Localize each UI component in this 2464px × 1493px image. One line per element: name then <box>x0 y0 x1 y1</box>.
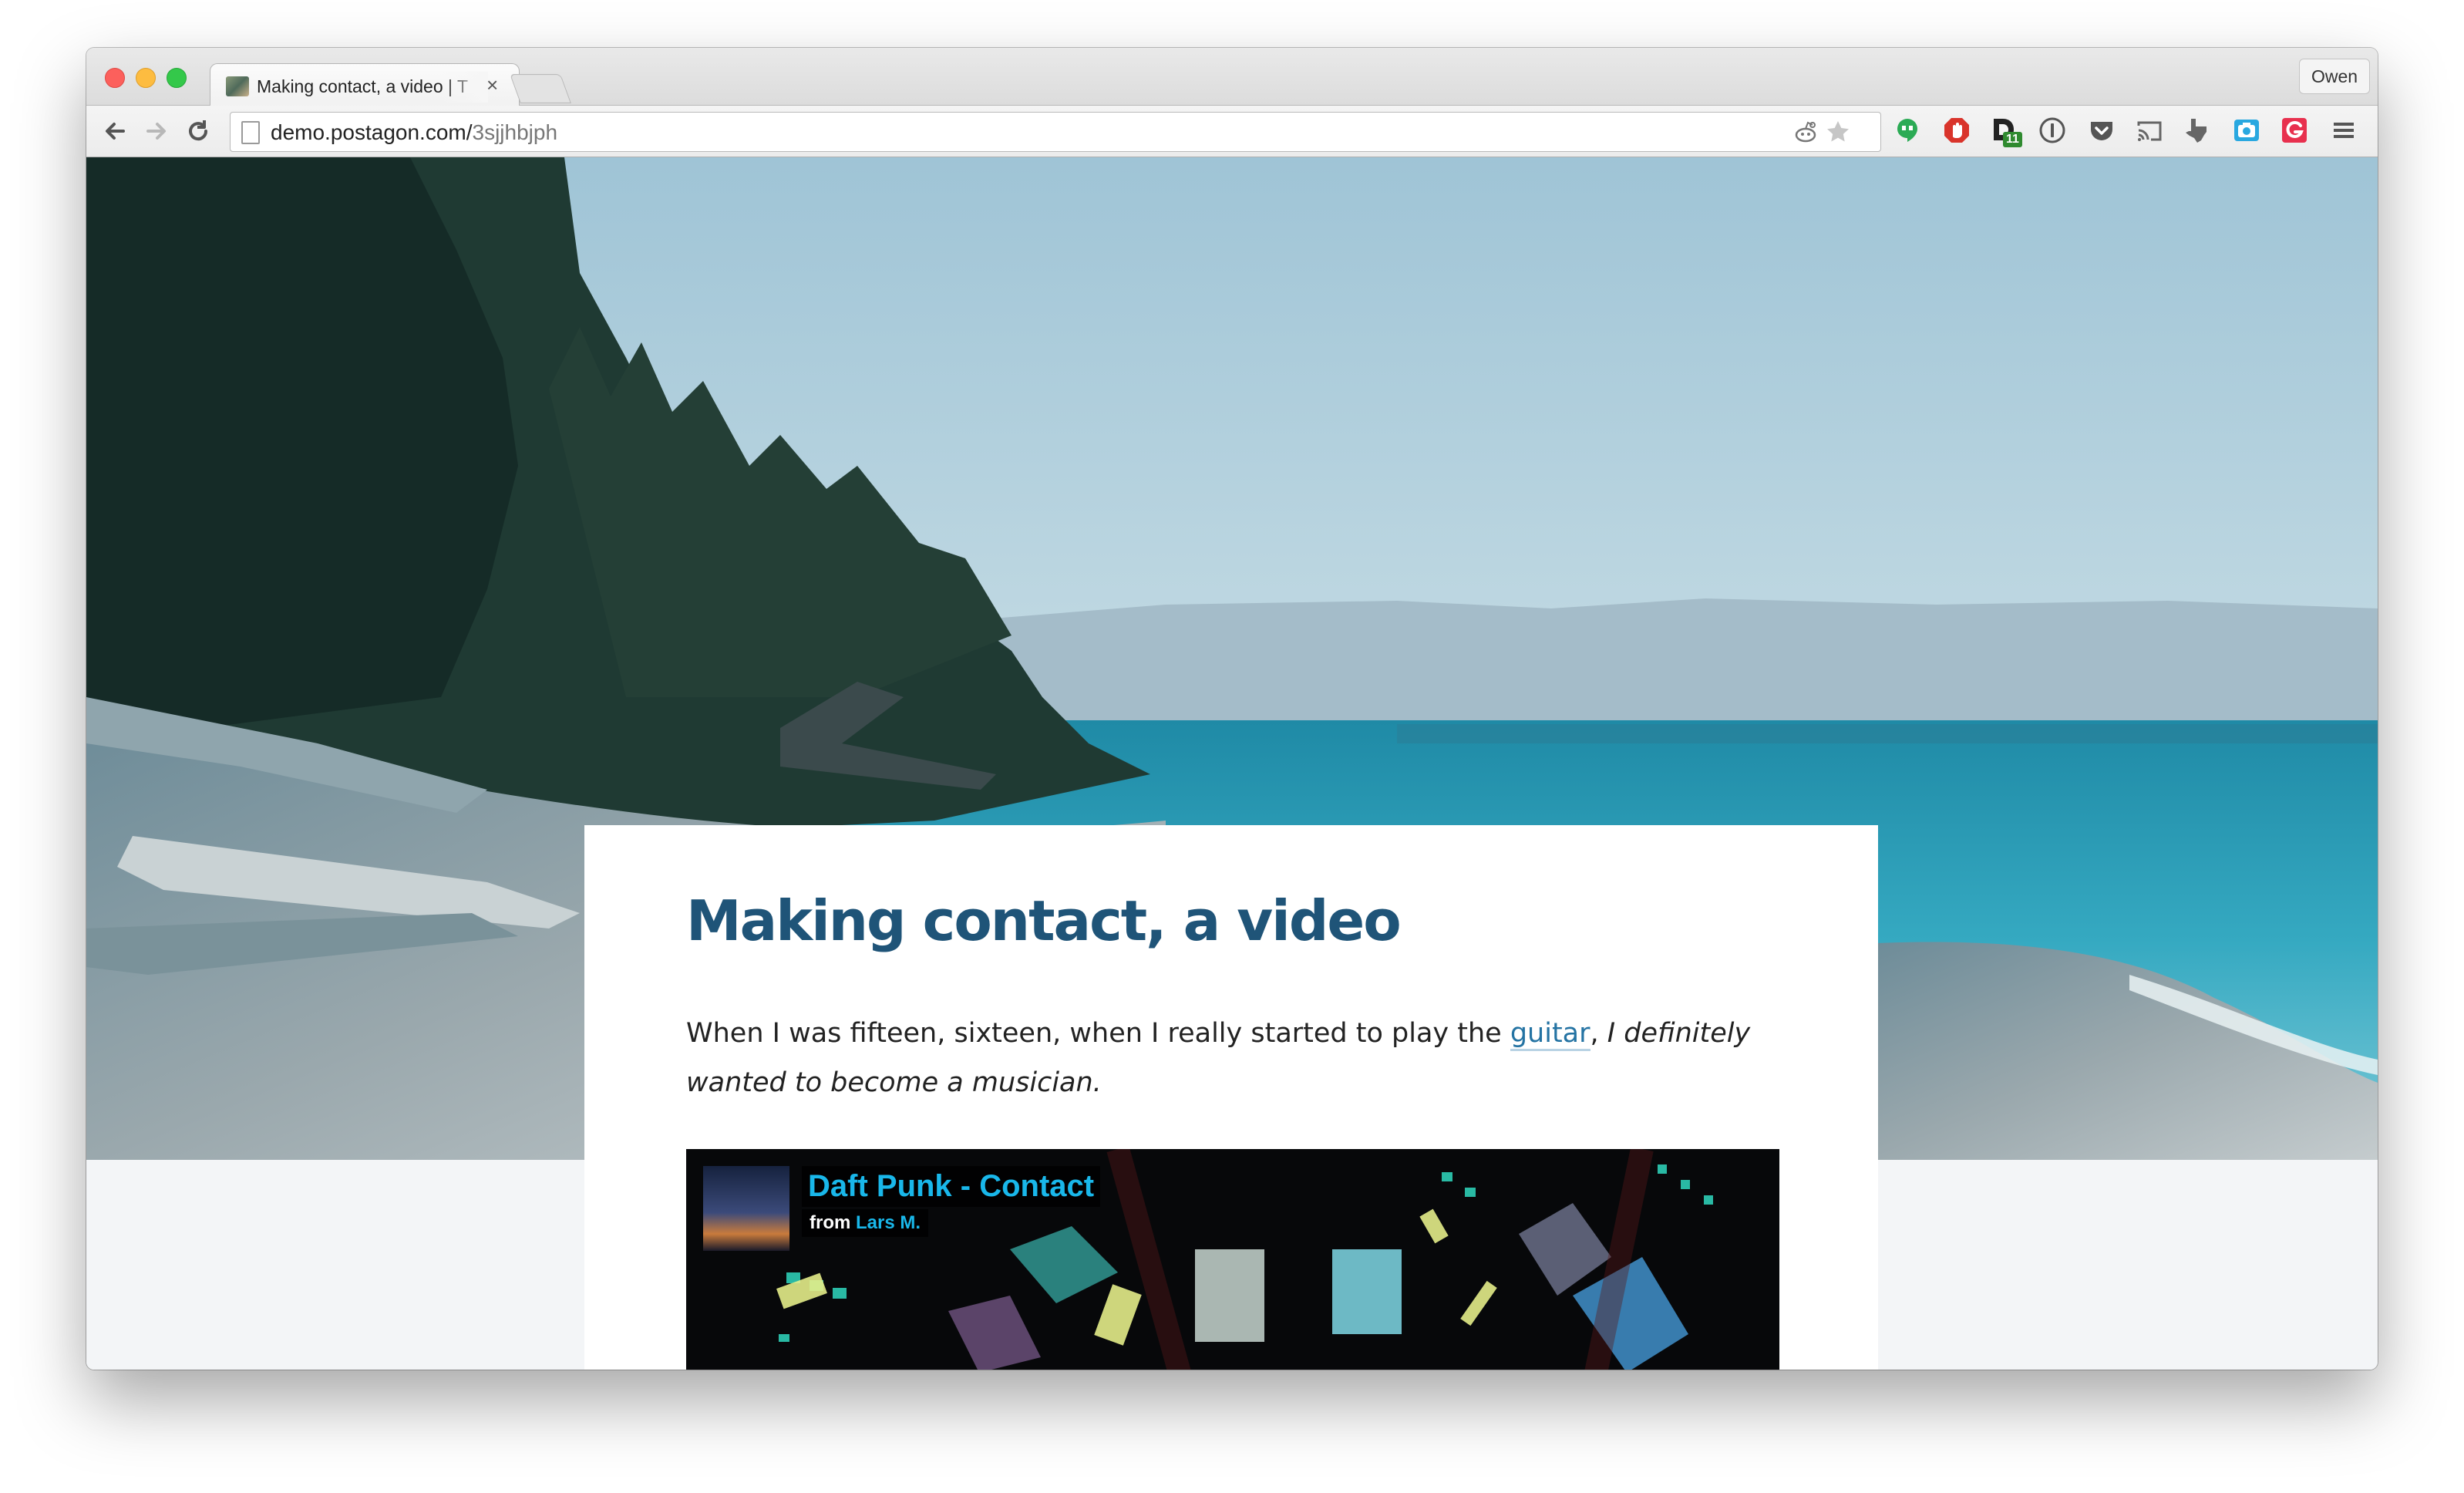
screenshot-camera-icon[interactable] <box>2233 116 2260 144</box>
video-title[interactable]: Daft Punk - Contact <box>802 1166 1101 1207</box>
maximize-window-button[interactable] <box>167 68 187 88</box>
profile-button[interactable]: Owen <box>2299 59 2370 94</box>
browser-window: Making contact, a video | T × Owen demo.… <box>86 48 2378 1370</box>
extension-badge: 11 <box>2003 132 2022 147</box>
hangouts-icon[interactable] <box>1893 116 1921 144</box>
video-author-link[interactable]: Lars M. <box>856 1212 921 1233</box>
url-host: demo.postagon.com/ <box>271 120 473 144</box>
menu-icon[interactable] <box>2330 116 2358 144</box>
extension-d-icon[interactable]: 11 <box>1991 116 2022 147</box>
post-card: Making contact, a video When I was fifte… <box>584 825 1878 1370</box>
post-body-comma: , <box>1590 1018 1607 1049</box>
minimize-window-button[interactable] <box>136 68 156 88</box>
reload-icon[interactable] <box>183 116 213 146</box>
tab-close-icon[interactable]: × <box>486 73 498 97</box>
tab-active[interactable]: Making contact, a video | T × <box>210 63 520 107</box>
post-body-text: When I was fifteen, sixteen, when I real… <box>686 1018 1510 1049</box>
back-arrow-icon[interactable] <box>100 116 130 146</box>
post-title: Making contact, a video <box>686 888 1402 953</box>
password-manager-icon[interactable] <box>2038 116 2066 144</box>
browser-toolbar: demo.postagon.com/3sjjhbjph 11 <box>86 106 2378 157</box>
video-byline: from Lars M. <box>802 1209 929 1237</box>
grammarly-icon[interactable] <box>2281 116 2308 144</box>
url-text[interactable]: demo.postagon.com/3sjjhbjph <box>271 120 557 145</box>
forward-arrow-icon[interactable] <box>142 116 171 146</box>
cast-icon[interactable] <box>2136 116 2163 144</box>
post-body: When I was fifteen, sixteen, when I real… <box>686 1009 1781 1107</box>
page-viewport: Making contact, a video When I was fifte… <box>86 157 2378 1370</box>
new-tab-button[interactable] <box>510 74 571 103</box>
reddit-icon[interactable] <box>1792 119 1819 145</box>
texas-extension-icon[interactable] <box>2183 116 2211 144</box>
url-path: 3sjjhbjph <box>472 120 558 144</box>
tab-favicon-icon <box>226 76 249 96</box>
adblock-icon[interactable] <box>1943 116 1971 144</box>
page-icon <box>241 121 260 144</box>
tab-bar: Making contact, a video | T × Owen <box>86 48 2378 107</box>
video-from-label: from <box>810 1212 856 1233</box>
guitar-link[interactable]: guitar <box>1510 1018 1590 1051</box>
video-embed[interactable]: Daft Punk - Contact from Lars M. <box>686 1149 1779 1370</box>
bookmark-star-icon[interactable] <box>1825 119 1851 145</box>
address-bar[interactable]: demo.postagon.com/3sjjhbjph <box>230 112 1881 152</box>
pocket-icon[interactable] <box>2088 116 2116 144</box>
video-thumbnail[interactable] <box>703 1166 789 1251</box>
close-window-button[interactable] <box>105 68 125 88</box>
